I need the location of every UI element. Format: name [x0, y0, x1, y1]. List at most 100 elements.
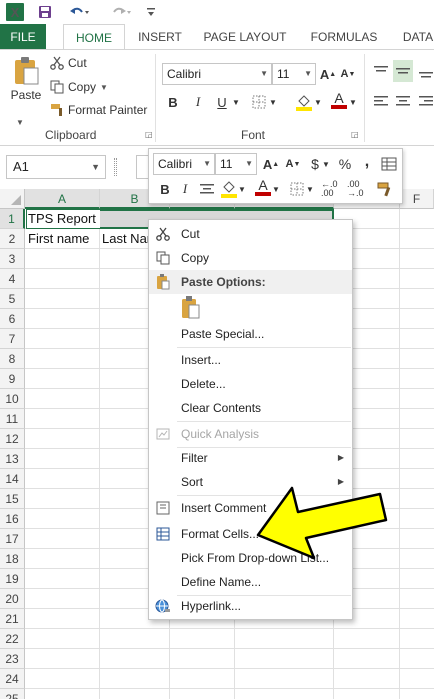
row-header-23[interactable]: 23 [0, 649, 25, 669]
italic-button[interactable]: I [188, 92, 208, 112]
borders-dropdown-icon[interactable]: ▼ [268, 92, 278, 112]
align-center-icon[interactable] [393, 92, 413, 112]
paste-option-button[interactable] [179, 295, 203, 322]
mini-font-color-icon[interactable]: A [253, 177, 273, 197]
mini-borders-dropdown-icon[interactable]: ▼ [305, 179, 315, 199]
align-bottom-icon[interactable] [416, 62, 434, 82]
menu-item-define-name[interactable]: Define Name... [149, 570, 352, 594]
row-header-12[interactable]: 12 [0, 429, 25, 449]
font-launcher-icon[interactable]: ◲ [351, 130, 359, 139]
cell-a2[interactable]: First name [28, 231, 100, 246]
row-header-15[interactable]: 15 [0, 489, 25, 509]
copy-dropdown-icon[interactable]: ▼ [100, 83, 108, 92]
decrease-decimal-button[interactable]: .00 →.0 [347, 179, 371, 199]
row-header-14[interactable]: 14 [0, 469, 25, 489]
align-right-icon[interactable] [416, 92, 434, 112]
cut-button[interactable]: Cut [50, 56, 87, 70]
underline-button[interactable]: U [212, 92, 232, 112]
row-header-11[interactable]: 11 [0, 409, 25, 429]
mini-borders-icon[interactable] [287, 179, 307, 199]
tab-data[interactable]: DATA [396, 24, 434, 50]
tab-insert[interactable]: INSERT [133, 24, 187, 50]
select-all-corner[interactable] [0, 189, 25, 209]
align-left-icon[interactable] [371, 92, 391, 112]
clipboard-launcher-icon[interactable]: ◲ [145, 130, 153, 139]
mini-font-name-combo[interactable]: Calibri ▼ [153, 153, 215, 175]
name-box[interactable]: A1 ▼ [6, 155, 106, 179]
mini-fill-color-icon[interactable] [219, 179, 239, 199]
row-header-25[interactable]: 25 [0, 689, 25, 699]
row-header-4[interactable]: 4 [0, 269, 25, 289]
fill-color-icon[interactable] [294, 92, 314, 112]
menu-item-insert[interactable]: Insert... [149, 348, 352, 372]
cell-a1[interactable]: TPS Report [28, 211, 100, 226]
row-header-18[interactable]: 18 [0, 549, 25, 569]
menu-item-paste-special[interactable]: Paste Special... [149, 322, 352, 346]
row-header-1[interactable]: 1 [0, 209, 25, 229]
mini-font-size-combo[interactable]: 11 ▼ [215, 153, 257, 175]
currency-dropdown-icon[interactable]: ▼ [321, 154, 331, 174]
row-header-20[interactable]: 20 [0, 589, 25, 609]
row-header-22[interactable]: 22 [0, 629, 25, 649]
underline-dropdown-icon[interactable]: ▼ [231, 92, 241, 112]
tab-page-layout[interactable]: PAGE LAYOUT [198, 24, 292, 50]
tab-file[interactable]: FILE [0, 24, 46, 50]
cell-b2[interactable]: Last Name [102, 231, 148, 246]
align-top-icon[interactable] [371, 62, 391, 82]
mini-increase-font-icon[interactable]: A ▲ [261, 154, 281, 174]
mini-font-color-dropdown-icon[interactable]: ▼ [271, 179, 281, 199]
increase-decimal-button[interactable]: ←.0 .00 [321, 179, 345, 199]
row-header-9[interactable]: 9 [0, 369, 25, 389]
percent-button[interactable]: % [335, 154, 355, 174]
increase-font-icon[interactable]: A ▲ [320, 64, 336, 84]
copy-button[interactable]: Copy ▼ [50, 80, 108, 94]
row-header-17[interactable]: 17 [0, 529, 25, 549]
row-header-5[interactable]: 5 [0, 289, 25, 309]
menu-item-delete[interactable]: Delete... [149, 372, 352, 396]
redo-icon[interactable] [108, 3, 134, 21]
font-name-combo[interactable]: Calibri ▼ [162, 63, 272, 85]
mini-italic-button[interactable]: I [175, 179, 195, 199]
mini-fill-dropdown-icon[interactable]: ▼ [237, 179, 247, 199]
menu-item-filter[interactable]: Filter ▶ [149, 446, 352, 470]
menu-item-copy[interactable]: Copy [149, 246, 352, 270]
decrease-font-icon[interactable]: A ▼ [340, 64, 356, 84]
row-header-3[interactable]: 3 [0, 249, 25, 269]
font-color-icon[interactable]: A [329, 90, 349, 110]
customize-quick-access-icon[interactable] [142, 3, 160, 21]
mini-bold-button[interactable]: B [155, 179, 175, 199]
table-format-icon[interactable] [379, 154, 399, 174]
font-color-dropdown-icon[interactable]: ▼ [348, 92, 358, 112]
paste-dropdown-icon[interactable]: ▼ [16, 118, 24, 127]
comma-button[interactable]: , [357, 152, 377, 172]
mini-format-painter-icon[interactable] [375, 179, 395, 199]
row-header-13[interactable]: 13 [0, 449, 25, 469]
menu-item-cut[interactable]: Cut [149, 222, 352, 246]
paste-button[interactable]: Paste [8, 56, 44, 116]
format-painter-button[interactable]: Format Painter [50, 103, 147, 117]
row-header-8[interactable]: 8 [0, 349, 25, 369]
tab-home[interactable]: HOME [63, 24, 125, 50]
row-header-2[interactable]: 2 [0, 229, 25, 249]
column-header-f[interactable]: F [400, 189, 434, 209]
fill-color-dropdown-icon[interactable]: ▼ [313, 92, 323, 112]
row-header-7[interactable]: 7 [0, 329, 25, 349]
column-header-a[interactable]: A [25, 189, 100, 209]
font-size-combo[interactable]: 11 ▼ [272, 63, 316, 85]
align-middle-icon[interactable] [393, 60, 413, 82]
bold-button[interactable]: B [163, 92, 183, 112]
row-header-16[interactable]: 16 [0, 509, 25, 529]
undo-icon[interactable] [66, 3, 92, 21]
mini-center-icon[interactable] [197, 179, 217, 199]
mini-decrease-font-icon[interactable]: A ▼ [283, 154, 303, 174]
tab-formulas[interactable]: FORMULAS [303, 24, 385, 50]
row-header-10[interactable]: 10 [0, 389, 25, 409]
formula-bar-splitter[interactable] [114, 158, 117, 176]
row-header-24[interactable]: 24 [0, 669, 25, 689]
menu-item-hyperlink[interactable]: Hyperlink... [149, 594, 352, 618]
row-header-21[interactable]: 21 [0, 609, 25, 629]
menu-item-clear-contents[interactable]: Clear Contents [149, 396, 352, 420]
save-icon[interactable] [36, 3, 54, 21]
row-header-6[interactable]: 6 [0, 309, 25, 329]
borders-icon[interactable] [249, 92, 269, 112]
